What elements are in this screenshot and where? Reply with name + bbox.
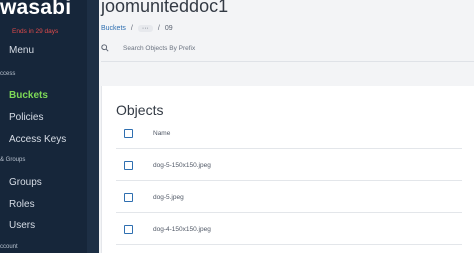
search-divider xyxy=(101,61,474,62)
menu-toggle[interactable]: Menu xyxy=(9,45,34,56)
table-row[interactable]: dog-5.jpeg xyxy=(102,181,462,213)
search-input[interactable] xyxy=(121,43,365,53)
breadcrumb-ellipsis-button[interactable]: ··· xyxy=(137,25,153,32)
sidebar-item-buckets[interactable]: Buckets xyxy=(9,90,48,101)
section-access: ccess xyxy=(0,71,16,77)
object-name[interactable]: dog-4-150x150.jpeg xyxy=(153,226,211,233)
breadcrumb: Buckets / ··· / 09 xyxy=(101,25,173,32)
object-name[interactable]: dog-5-150x150.jpeg xyxy=(153,162,211,169)
table-header-row: Name xyxy=(102,117,462,149)
sidebar-item-users[interactable]: Users xyxy=(9,220,35,231)
row-checkbox[interactable] xyxy=(124,160,133,170)
breadcrumb-current: 09 xyxy=(164,25,173,32)
objects-title: Objects xyxy=(116,102,164,118)
sidebar-item-access-keys[interactable]: Access Keys xyxy=(9,134,66,145)
select-all-checkbox[interactable] xyxy=(124,128,133,138)
sidebar-item-groups[interactable]: Groups xyxy=(9,177,42,188)
search-icon xyxy=(101,39,109,57)
section-account: ccount xyxy=(0,244,18,250)
breadcrumb-separator: / xyxy=(130,25,133,32)
sidebar-item-policies[interactable]: Policies xyxy=(9,112,43,123)
wasabi-logo[interactable]: wasabi xyxy=(0,0,71,20)
section-groups: & Groups xyxy=(0,157,26,163)
sidebar-edge xyxy=(87,0,99,253)
object-name[interactable]: dog-5.jpeg xyxy=(153,194,184,201)
sidebar-item-roles[interactable]: Roles xyxy=(9,199,35,210)
page-title: joomuniteddoc1 xyxy=(101,0,229,16)
breadcrumb-buckets-link[interactable]: Buckets xyxy=(101,25,126,32)
sidebar: wasabi Ends in 29 days Menu ccess Bucket… xyxy=(0,0,87,253)
search-bar xyxy=(101,41,474,55)
app-window: wasabi Ends in 29 days Menu ccess Bucket… xyxy=(0,0,474,253)
table-row[interactable]: dog-5-150x150.jpeg xyxy=(102,149,462,181)
row-checkbox[interactable] xyxy=(124,192,133,202)
column-header-name[interactable]: Name xyxy=(153,130,170,137)
objects-panel: Objects Name dog-5-150x150.jpeg dog-5.jp… xyxy=(101,86,474,253)
trial-notice: Ends in 29 days xyxy=(12,28,59,35)
row-divider xyxy=(116,244,462,245)
breadcrumb-separator: / xyxy=(157,25,160,32)
row-checkbox[interactable] xyxy=(124,224,133,234)
main-content: joomuniteddoc1 Buckets / ··· / 09 Object… xyxy=(87,0,474,253)
table-row[interactable]: dog-4-150x150.jpeg xyxy=(102,213,462,245)
